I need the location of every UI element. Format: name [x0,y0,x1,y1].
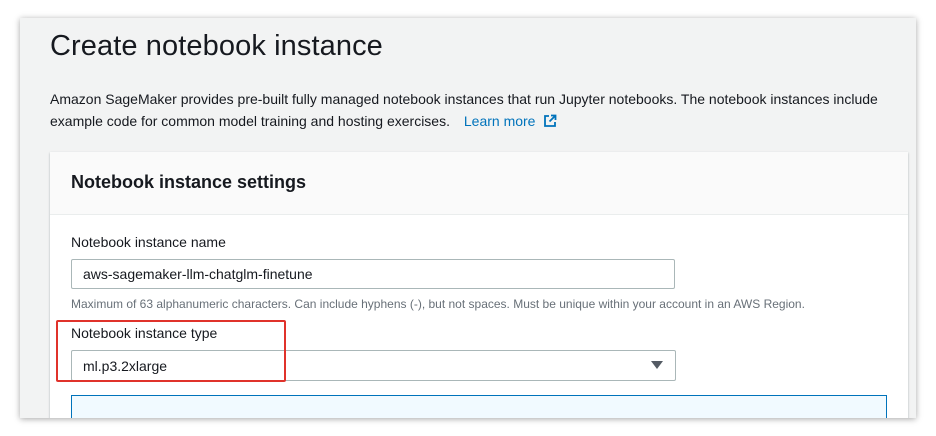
learn-more-link[interactable]: Learn more [464,113,557,129]
instance-type-label: Notebook instance type [71,325,218,341]
page-intro: Amazon SageMaker provides pre-built full… [50,88,916,134]
instance-name-help: Maximum of 63 alphanumeric characters. C… [71,297,805,311]
page-title: Create notebook instance [50,30,383,62]
caret-down-icon [651,361,663,369]
learn-more-label: Learn more [463,113,536,129]
instance-name-label: Notebook instance name [71,234,226,250]
instance-type-value: ml.p3.2xlarge [83,358,168,374]
instance-type-select[interactable]: ml.p3.2xlarge [71,350,676,381]
panel-title: Notebook instance settings [71,172,307,192]
info-alert-box [71,395,887,418]
external-link-icon [543,112,557,134]
app-window: Create notebook instance Amazon SageMake… [20,18,916,418]
instance-name-input[interactable] [71,259,675,289]
notebook-settings-panel: Notebook instance settings Notebook inst… [50,152,908,418]
panel-header: Notebook instance settings [50,152,908,215]
